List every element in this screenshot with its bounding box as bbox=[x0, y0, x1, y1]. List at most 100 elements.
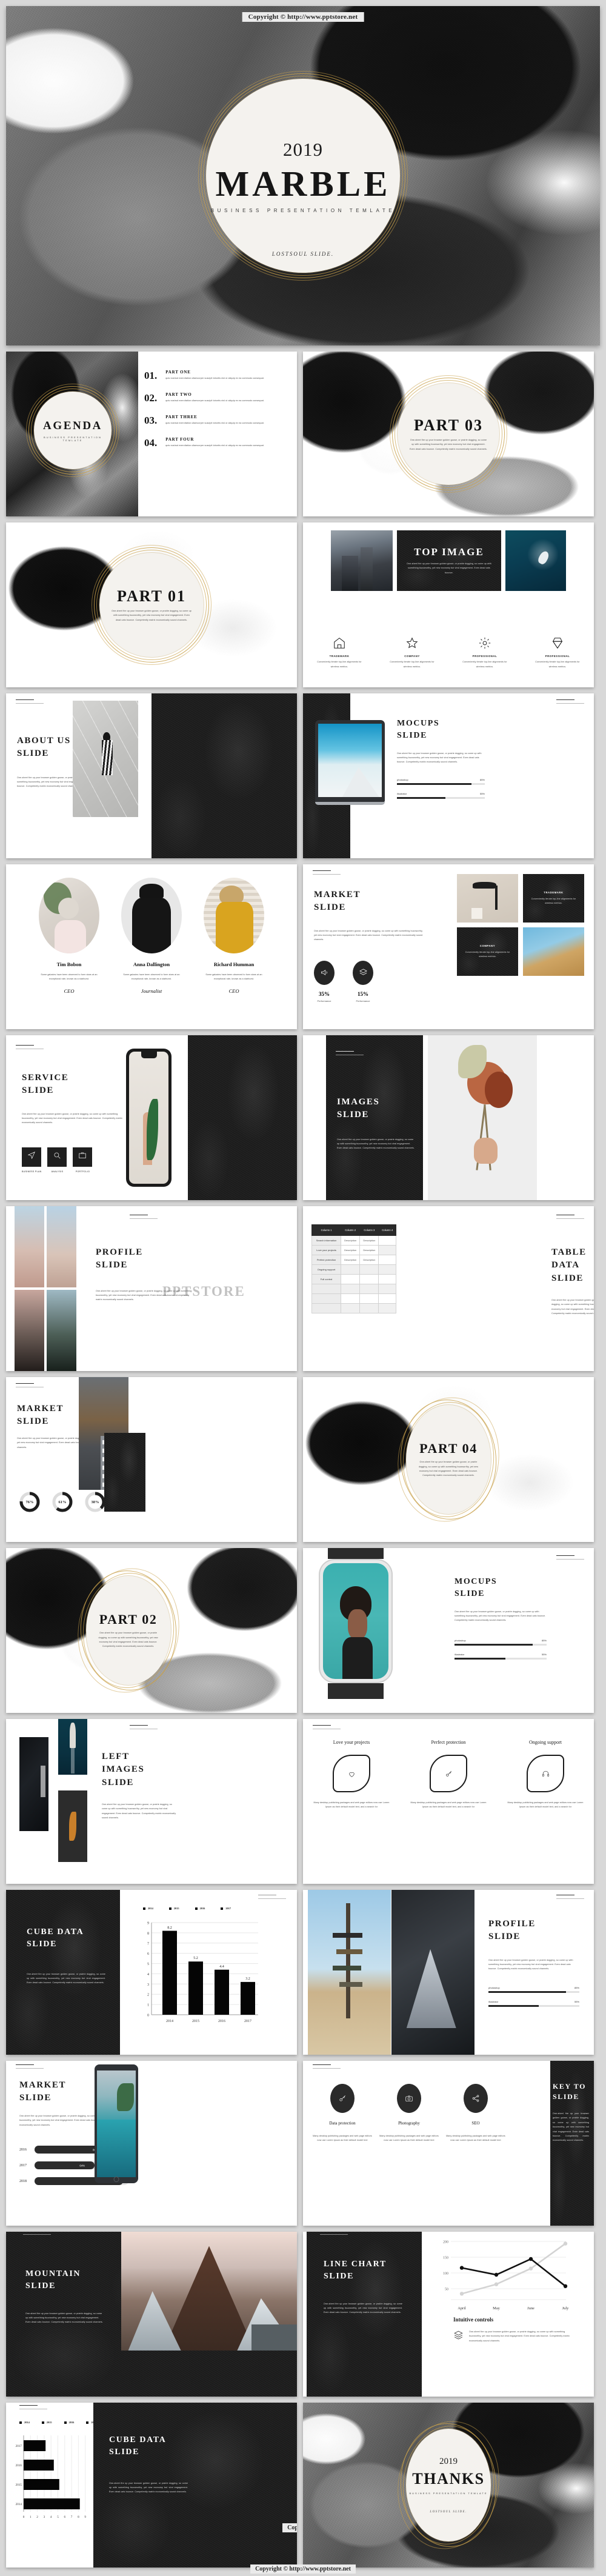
svg-text:3: 3 bbox=[44, 2515, 45, 2519]
team-member[interactable]: Anna Dallington Some galaxies have been … bbox=[118, 878, 185, 994]
agenda-item[interactable]: 04. PART FOUR quis nostrud exercitation … bbox=[144, 437, 284, 449]
process-step[interactable]: Love your projects Many desktop publishi… bbox=[303, 1740, 400, 1810]
process-step[interactable]: Ongoing support Many desktop publishing … bbox=[497, 1740, 594, 1810]
thanks-title: THANKS bbox=[412, 2470, 485, 2488]
svg-text:1: 1 bbox=[30, 2515, 32, 2519]
skill-value: 85% bbox=[479, 778, 485, 781]
part-04-desc: One-sheet fire up your browser golden go… bbox=[418, 1461, 479, 1477]
hbar-2015 bbox=[24, 2479, 59, 2490]
slide-row-4: ABOUT US SLIDE One-sheet fire up your br… bbox=[0, 693, 606, 864]
slide-row-14: 2014 2015 2016 2017 2017 bbox=[0, 2403, 606, 2576]
table-cell bbox=[341, 1293, 361, 1304]
table-cell bbox=[311, 1293, 342, 1304]
service-title-line1: SERVICE bbox=[22, 1073, 69, 1083]
market-1-stat-label: Performance bbox=[317, 999, 331, 1003]
table-column-header: Column 1 bbox=[311, 1224, 342, 1236]
agenda-item[interactable]: 03. PART THREE quis nostrud exercitation… bbox=[144, 415, 284, 427]
feature-item[interactable]: PROFESSIONAL Conveniently iterate top-li… bbox=[521, 636, 594, 669]
team-member-desc: Some galaxies have been observed to form… bbox=[41, 973, 98, 981]
search-icon bbox=[53, 1151, 61, 1163]
agenda-item[interactable]: 01. PART ONE quis nostrud exercitation u… bbox=[144, 370, 284, 382]
team-member-role: CEO bbox=[228, 987, 239, 994]
send-icon bbox=[27, 1151, 36, 1163]
market-1-stat-value: 15% bbox=[358, 990, 368, 997]
svg-text:7: 7 bbox=[147, 1942, 149, 1946]
legend-item: 2014 bbox=[143, 1907, 153, 1910]
cube-1-title-line2: SLIDE bbox=[27, 1939, 58, 1949]
key-item[interactable]: SEO Many desktop publishing packages and… bbox=[442, 2084, 509, 2143]
key-item[interactable]: Data protection Many desktop publishing … bbox=[309, 2084, 376, 2143]
part-03-desc: One-sheet fire up your browser golden go… bbox=[410, 438, 487, 450]
home-icon bbox=[333, 636, 346, 650]
market-1-card-label: TRADEMARK bbox=[544, 890, 564, 894]
slide-row-5: Tim Bobon Some galaxies have been observ… bbox=[0, 864, 606, 1035]
hero-footer: LOSTSOUL SLIDE. bbox=[271, 251, 335, 257]
corner-rule bbox=[16, 699, 44, 704]
bar-chart-legend: 2014 2015 2016 2017 bbox=[143, 1907, 231, 1910]
thanks-footer: LOSTSOUL SLIDE. bbox=[430, 2511, 467, 2514]
laptop-mockup bbox=[315, 720, 385, 805]
service-tile[interactable]: ANALYSIS bbox=[47, 1147, 67, 1173]
slide-row-3: PART 01 One-sheet fire up your browser g… bbox=[0, 522, 606, 693]
market-1-stat[interactable]: 35% Performance bbox=[314, 960, 335, 1003]
market-1-card-desc: Conveniently iterate top-line alignments… bbox=[531, 897, 576, 904]
table-row: Search information Description Descripti… bbox=[311, 1235, 396, 1246]
thanks-subtitle: BUSINESS PRESENTATION TEMLATE bbox=[409, 2492, 488, 2495]
feature-item[interactable]: PROFESSIONAL Conveniently iterate top-li… bbox=[448, 636, 521, 669]
bar-label: 4.4 bbox=[219, 1965, 224, 1969]
team-slide: Tim Bobon Some galaxies have been observ… bbox=[6, 864, 297, 1029]
svg-text:5: 5 bbox=[57, 2515, 59, 2519]
left-images-title-line2: IMAGES bbox=[102, 1764, 145, 1775]
process-step[interactable]: Perfect protection Many desktop publishi… bbox=[400, 1740, 497, 1810]
corner-rule bbox=[16, 1383, 44, 1387]
team-member[interactable]: Richard Humman Some galaxies have been o… bbox=[201, 878, 267, 994]
key-item[interactable]: Photography Many desktop publishing pack… bbox=[376, 2084, 442, 2143]
agenda-item-number: 01. bbox=[144, 370, 158, 381]
donut-chart: 61% bbox=[51, 1490, 74, 1517]
profile-slide-1: PROFILE SLIDE One-sheet fire up your bro… bbox=[6, 1206, 297, 1371]
table-row bbox=[311, 1303, 396, 1313]
corner-rule bbox=[313, 1725, 341, 1729]
team-member-name: Tim Bobon bbox=[56, 961, 82, 967]
process-step-desc: Many desktop publishing packages and web… bbox=[410, 1801, 487, 1809]
hero-cover-slide: Copyright © http://www.pptstore.net 2019… bbox=[6, 6, 600, 345]
table-title-line2: DATA bbox=[551, 1260, 580, 1270]
megaphone-icon bbox=[314, 960, 335, 985]
legend-label: 2016 bbox=[68, 2421, 75, 2424]
feature-item[interactable]: TRADEMARK Conveniently iterate top-line … bbox=[303, 636, 376, 669]
service-tile[interactable]: BUSINESS PLAN bbox=[22, 1147, 41, 1173]
table-cell bbox=[311, 1303, 342, 1313]
table-row: Perfect protection Description Descripti… bbox=[311, 1255, 396, 1265]
agenda-item[interactable]: 02. PART TWO quis nostrud exercitation u… bbox=[144, 392, 284, 404]
svg-text:9: 9 bbox=[84, 2515, 86, 2519]
key-item-label: Photography bbox=[398, 2121, 420, 2126]
mocups-watch-title-line2: SLIDE bbox=[454, 1589, 485, 1598]
line-series-dark bbox=[461, 2258, 566, 2287]
legend-label: 2017 bbox=[225, 1907, 231, 1910]
feature-desc: Conveniently iterate top-line alignments… bbox=[390, 661, 435, 668]
line-chart-title-line1: LINE CHART bbox=[324, 2260, 387, 2269]
diamond-icon bbox=[551, 636, 564, 650]
mocups-watch-desc: One-sheet fire up your browser golden go… bbox=[454, 1610, 546, 1622]
corner-rule bbox=[16, 1045, 44, 1049]
key-to-title-line2: SLIDE bbox=[553, 2092, 580, 2101]
thanks-slide: 2019 THANKS BUSINESS PRESENTATION TEMLAT… bbox=[303, 2403, 594, 2568]
team-member[interactable]: Tim Bobon Some galaxies have been observ… bbox=[36, 878, 102, 994]
legend-label: 2016 bbox=[199, 1907, 205, 1910]
process-step-desc: Many desktop publishing packages and web… bbox=[313, 1801, 390, 1809]
table-cell: Description bbox=[341, 1255, 361, 1265]
market-1-stat[interactable]: 15% Performance bbox=[353, 960, 373, 1003]
table-header-row: Column 1 Column 2 Column 3 Column 4 bbox=[311, 1224, 396, 1236]
boat-aerial-photo bbox=[58, 1719, 87, 1775]
service-tile[interactable]: PORTFOLIO bbox=[73, 1147, 93, 1173]
legend-item: 2016 bbox=[64, 2421, 75, 2424]
table-cell bbox=[341, 1264, 361, 1275]
bar-2016 bbox=[215, 1969, 229, 2015]
profile-2-title-line1: PROFILE bbox=[488, 1919, 536, 1929]
market-1-title-line2: SLIDE bbox=[314, 903, 347, 913]
feature-desc: Conveniently iterate top-line alignments… bbox=[317, 661, 362, 668]
team-member-desc: Some galaxies have been observed to form… bbox=[205, 973, 262, 981]
x-tick: 2015 bbox=[192, 2020, 199, 2023]
table-row: Love your projects Description Descripti… bbox=[311, 1245, 396, 1255]
feature-item[interactable]: COMPANY Conveniently iterate top-line al… bbox=[376, 636, 448, 669]
